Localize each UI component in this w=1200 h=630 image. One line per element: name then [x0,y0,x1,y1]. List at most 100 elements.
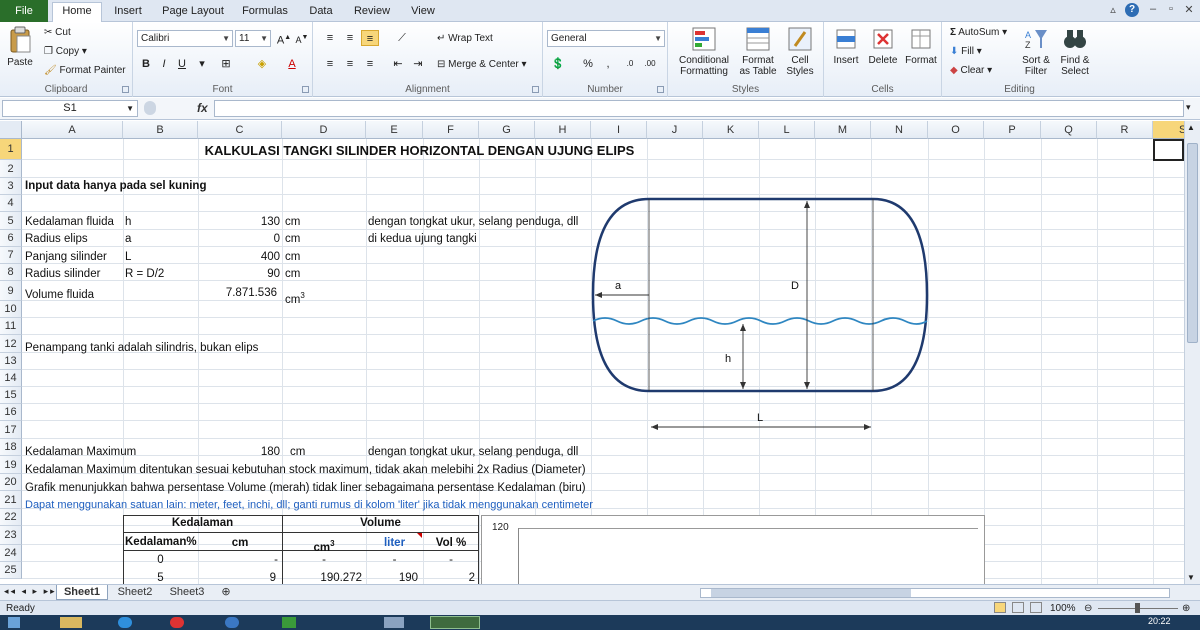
sheet-tab-sheet3[interactable]: Sheet3 [162,585,212,600]
start-icon[interactable] [8,617,20,628]
decrease-decimal-icon[interactable]: .00 [641,56,659,72]
fill-button[interactable]: ⬇ Fill ▾ [950,45,982,58]
table-cell[interactable]: 190 [366,570,418,584]
note-satuan[interactable]: Dapat menggunakan satuan lain: meter, fe… [25,497,593,514]
sheet-tab-sheet1[interactable]: Sheet1 [56,585,108,600]
horizontal-scrollbar[interactable] [700,588,1170,598]
ie-icon[interactable] [118,617,132,628]
table-cell[interactable]: - [198,552,278,569]
firefox-icon[interactable] [225,617,239,628]
column-header[interactable]: P [984,121,1041,139]
row-header[interactable]: 20 [0,474,22,491]
orientation-icon[interactable]: ⟋ [393,30,411,46]
tab-review[interactable]: Review [346,3,398,22]
align-right-icon[interactable]: ≡ [361,56,379,72]
row-header[interactable]: 17 [0,421,22,439]
number-launcher[interactable] [657,86,664,93]
column-header[interactable]: Q [1041,121,1097,139]
page-break-view-icon[interactable] [1030,602,1042,613]
column-header[interactable]: G [479,121,535,139]
row-header[interactable]: 10 [0,301,22,318]
row-header[interactable]: 7 [0,247,22,264]
table-cell[interactable]: - [366,552,423,569]
format-cells-button[interactable]: Format [902,26,940,66]
font-name-select[interactable]: Calibri ▼ [137,30,233,47]
tab-view[interactable]: View [402,3,444,22]
restore-icon[interactable]: ▫ [1163,3,1179,15]
row-header[interactable]: 19 [0,456,22,474]
app-icon[interactable] [384,617,404,628]
font-size-select[interactable]: 11 ▼ [235,30,271,47]
row-header[interactable]: 15 [0,387,22,404]
name-box[interactable]: S1 ▼ [2,100,138,117]
column-header[interactable]: M [815,121,871,139]
value-radius-elips[interactable]: 0 [198,231,280,248]
row-header[interactable]: 12 [0,335,22,353]
table-col-vol-pct[interactable]: Vol % [423,535,479,552]
tab-insert[interactable]: Insert [104,3,152,22]
label-volume-fluida[interactable]: Volume fluida [25,287,94,304]
align-middle-icon[interactable]: ≡ [341,30,359,46]
column-header-selected[interactable]: S [1153,121,1184,139]
italic-button[interactable]: I [155,56,173,72]
table-col-kedalaman-pct[interactable]: Kedalaman% [125,534,197,551]
grow-font-button[interactable]: A▲ [275,30,293,47]
decrease-indent-icon[interactable]: ⇤ [389,56,407,72]
label-kedalaman-maximum[interactable]: Kedalaman Maximum [25,444,136,461]
tab-data[interactable]: Data [300,3,342,22]
explorer-icon[interactable] [60,617,82,628]
column-header[interactable]: L [759,121,815,139]
tab-home[interactable]: Home [52,2,102,23]
underline-button[interactable]: U [173,56,191,72]
table-header-kedalaman[interactable]: Kedalaman [123,515,282,532]
selected-cell[interactable] [1153,139,1184,161]
horizontal-scroll-thumb[interactable] [711,589,911,597]
row-header[interactable]: 13 [0,353,22,370]
conditional-formatting-button[interactable]: Conditional Formatting [672,26,736,77]
table-cell[interactable]: 0 [123,552,198,569]
app-icon[interactable] [282,617,296,628]
table-cell[interactable]: - [282,552,366,569]
file-tab[interactable]: File [0,0,48,22]
alignment-launcher[interactable] [532,86,539,93]
symbol-L[interactable]: L [125,249,131,266]
column-header[interactable]: O [928,121,984,139]
close-icon[interactable]: ✕ [1181,3,1197,16]
font-launcher[interactable] [302,86,309,93]
label-radius-silinder[interactable]: Radius silinder [25,266,100,283]
bold-button[interactable]: B [137,56,155,72]
scroll-down-icon[interactable]: ▼ [1187,573,1195,582]
value-volume-fluida[interactable]: 7.871.536 [198,285,277,302]
table-cell[interactable]: 9 [198,570,276,584]
note-grafik[interactable]: Grafik menunjukkan bahwa persentase Volu… [25,480,586,497]
zoom-out-icon[interactable]: ⊖ [1084,601,1092,616]
table-cell[interactable]: 5 [123,570,198,584]
font-color-icon[interactable]: A [283,56,301,72]
value-kedalaman-fluida[interactable]: 130 [198,214,280,231]
align-center-icon[interactable]: ≡ [341,56,359,72]
row-header[interactable]: 8 [0,264,22,281]
excel-taskbar-icon[interactable] [430,616,480,629]
find-select-button[interactable]: Find & Select [1056,26,1094,77]
row-header[interactable]: 22 [0,509,22,526]
sheet-title[interactable]: KALKULASI TANGKI SILINDER HORIZONTAL DEN… [22,142,817,159]
cell-styles-button[interactable]: Cell Styles [780,26,820,77]
increase-decimal-icon[interactable]: .0 [621,56,639,72]
table-header-volume[interactable]: Volume [282,515,479,532]
column-header[interactable]: B [123,121,198,139]
unit-cm[interactable]: cm [290,444,305,461]
borders-icon[interactable]: ⊞ [217,56,235,72]
column-header[interactable]: H [535,121,591,139]
increase-indent-icon[interactable]: ⇥ [409,56,427,72]
sort-filter-button[interactable]: AZ Sort & Filter [1018,26,1054,77]
input-note[interactable]: Input data hanya pada sel kuning [25,178,206,195]
format-painter-button[interactable]: 🖌 Format Painter [44,64,126,77]
clear-button[interactable]: ◆ Clear ▾ [950,64,992,77]
column-header[interactable]: N [871,121,928,139]
expand-formula-icon[interactable]: ▾ [1186,102,1191,113]
label-radius-elips[interactable]: Radius elips [25,231,88,248]
row-header[interactable]: 18 [0,439,22,456]
new-sheet-icon[interactable]: ⊕ [216,585,236,600]
zoom-in-icon[interactable]: ⊕ [1182,601,1190,616]
unit-cm[interactable]: cm [285,249,300,266]
